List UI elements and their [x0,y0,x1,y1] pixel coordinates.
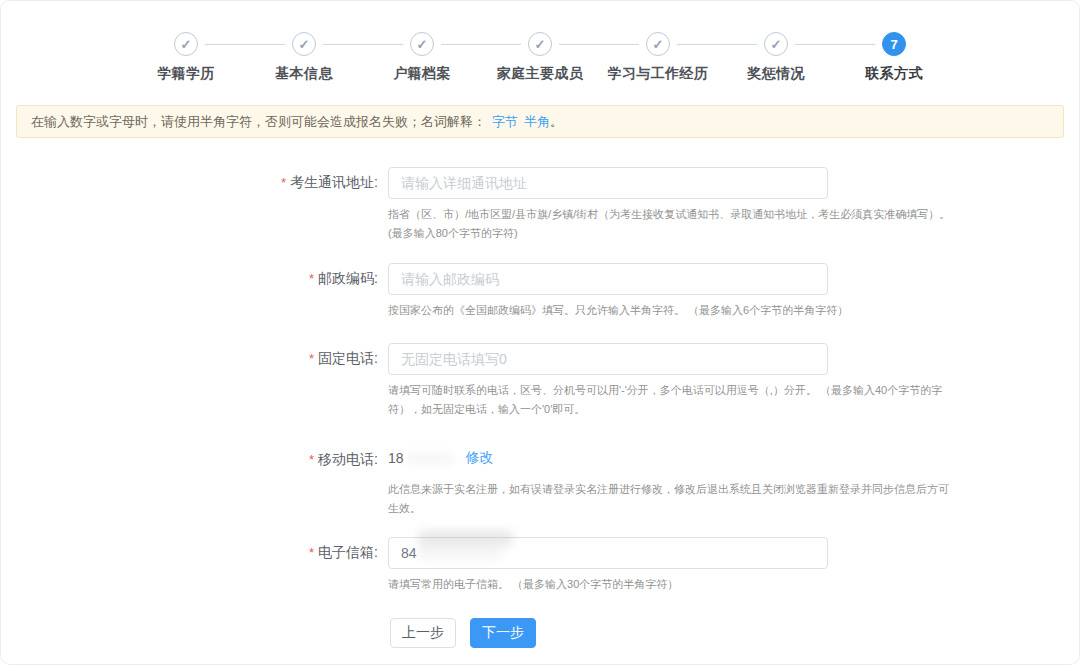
step-huji-dangan[interactable]: ✓ 户籍档案 [363,32,481,81]
step-label: 学籍学历 [157,65,215,81]
postcode-input[interactable] [388,263,828,295]
mobile-number-value: 18 [388,450,404,466]
notice-text: 在输入数字或字母时，请使用半角字符，否则可能会造成报名失败；名词解释： [31,113,486,131]
required-mark: * [309,351,314,366]
field-label-email: *电子信箱: [0,537,378,594]
step-jiangcheng[interactable]: ✓ 奖惩情况 [717,32,835,81]
required-mark: * [281,175,286,190]
step-check-icon: ✓ [646,32,670,56]
notice-suffix: 。 [550,113,563,131]
field-label-mobile: *移动电话: [0,448,378,518]
step-check-icon: ✓ [410,32,434,56]
mobile-edit-link[interactable]: 修改 [466,449,494,467]
step-label: 奖惩情况 [747,65,805,81]
landline-help-text: 请填写可随时联系的电话，区号、分机号可以用'-'分开，多个电话可以用逗号（,）分… [388,381,1048,419]
address-help-text: 指省（区、市）/地市区盟/县市旗/乡镇/街村（为考生接收复试通知书、录取通知书地… [388,205,1048,243]
form-actions: 上一步 下一步 [390,618,1080,648]
mobile-help-text: 此信息来源于实名注册，如有误请登录实名注册进行修改，修改后退出系统且关闭浏览器重… [388,480,1048,518]
field-label-address: *考生通讯地址: [0,167,378,243]
step-check-icon: ✓ [174,32,198,56]
field-label-postcode: *邮政编码: [0,263,378,320]
step-lianxi-fangshi[interactable]: 7 联系方式 [835,32,953,81]
email-help-text: 请填写常用的电子信箱。 （最多输入30个字节的半角字符） [388,575,1048,594]
step-check-icon: ✓ [292,32,316,56]
step-xuexi-gongzuo[interactable]: ✓ 学习与工作经历 [599,32,717,81]
landline-input[interactable] [388,343,828,375]
progress-stepper: ✓ 学籍学历 ✓ 基本信息 ✓ 户籍档案 ✓ 家庭主要成员 ✓ 学习与工作经历 … [0,0,1080,81]
step-number-badge: 7 [882,32,906,56]
field-row-mobile: *移动电话: 18 修改 此信息来源于实名注册，如有误请登录实名注册进行修改，修… [0,448,1080,518]
mobile-number-redaction [406,452,454,465]
required-mark: * [309,452,314,467]
glossary-link-halfwidth[interactable]: 半角 [524,113,550,131]
step-label: 学习与工作经历 [608,65,709,81]
step-jiating-chengyuan[interactable]: ✓ 家庭主要成员 [481,32,599,81]
step-check-icon: ✓ [528,32,552,56]
step-jiben-xinxi[interactable]: ✓ 基本信息 [245,32,363,81]
field-row-email: *电子信箱: 请填写常用的电子信箱。 （最多输入30个字节的半角字符） [0,537,1080,594]
step-label: 联系方式 [865,65,923,81]
step-label: 基本信息 [275,65,333,81]
field-row-postcode: *邮政编码: 按国家公布的《全国邮政编码》填写。只允许输入半角字符。 （最多输入… [0,263,1080,320]
address-input[interactable] [388,167,828,199]
required-mark: * [309,271,314,286]
field-row-address: *考生通讯地址: 指省（区、市）/地市区盟/县市旗/乡镇/街村（为考生接收复试通… [0,167,1080,243]
email-input[interactable] [388,537,828,569]
step-check-icon: ✓ [764,32,788,56]
previous-step-button[interactable]: 上一步 [390,618,456,648]
step-label: 户籍档案 [393,65,451,81]
step-xueji-xueli[interactable]: ✓ 学籍学历 [127,32,245,81]
required-mark: * [309,545,314,560]
contact-form: *考生通讯地址: 指省（区、市）/地市区盟/县市旗/乡镇/街村（为考生接收复试通… [0,167,1080,648]
next-step-button[interactable]: 下一步 [470,618,536,648]
glossary-link-byte[interactable]: 字节 [492,113,518,131]
halfwidth-warning-banner: 在输入数字或字母时，请使用半角字符，否则可能会造成报名失败；名词解释： 字节 半… [16,105,1064,138]
field-row-landline: *固定电话: 请填写可随时联系的电话，区号、分机号可以用'-'分开，多个电话可以… [0,343,1080,419]
postcode-help-text: 按国家公布的《全国邮政编码》填写。只允许输入半角字符。 （最多输入6个字节的半角… [388,301,1048,320]
field-label-landline: *固定电话: [0,343,378,419]
step-label: 家庭主要成员 [497,65,583,81]
